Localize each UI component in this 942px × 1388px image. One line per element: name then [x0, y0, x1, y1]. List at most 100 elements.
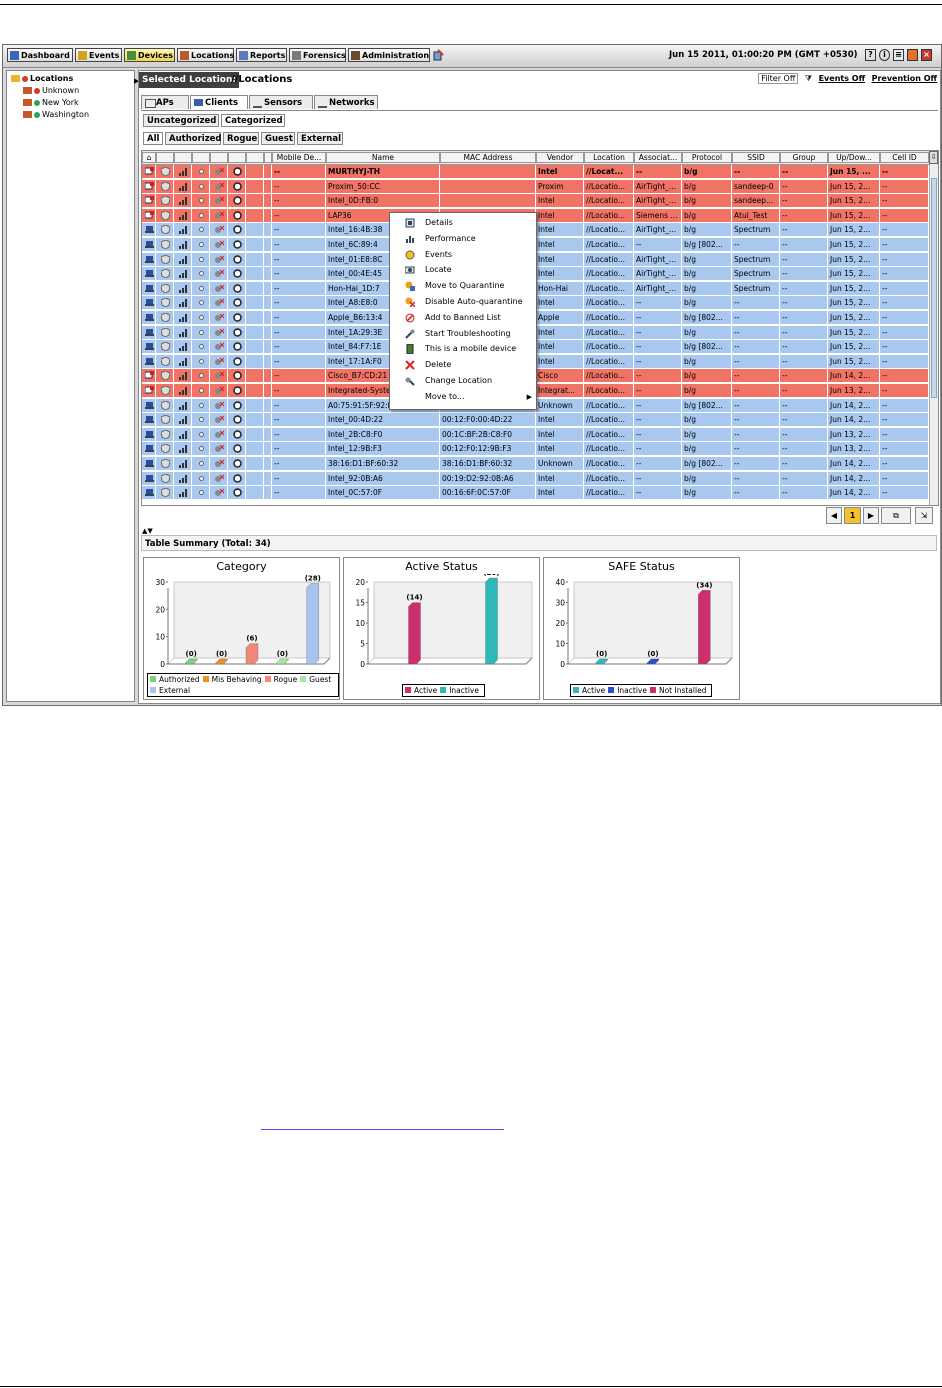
association-icon	[214, 196, 224, 205]
icon-cell	[228, 311, 246, 325]
prev-page-button[interactable]: ◀	[826, 507, 842, 524]
tab-rogue[interactable]: Rogue	[223, 132, 259, 145]
splitter-arrows-icon[interactable]: ▲▼	[142, 527, 153, 535]
header-icon-column[interactable]	[228, 152, 246, 163]
help-icon[interactable]: ?	[865, 49, 876, 61]
forensics-button[interactable]: Forensics	[289, 48, 346, 62]
tools-icon[interactable]	[433, 49, 444, 61]
header-icon-column[interactable]	[210, 152, 228, 163]
menu-item-move-to[interactable]: Move to... ▶	[390, 389, 536, 405]
dashboard-button[interactable]: Dashboard	[7, 48, 73, 62]
icon-cell	[156, 165, 174, 179]
header-icon-column[interactable]	[264, 152, 272, 163]
header-icon-column[interactable]	[192, 152, 210, 163]
column-header[interactable]: MAC Address	[440, 152, 536, 163]
menu-item-start-troubleshooting[interactable]: Start Troubleshooting	[390, 326, 536, 342]
column-header[interactable]: Up/Dow...	[828, 152, 880, 163]
header-icon-column[interactable]	[174, 152, 192, 163]
table-row[interactable]: -- 38:16:D1:BF:60:32 38:16:D1:BF:60:32 Unkn…	[142, 457, 929, 471]
table-row[interactable]: -- Intel_92:0B:A6 00:19:D2:92:0B:A6 Intel//…	[142, 471, 929, 486]
tab-all[interactable]: All	[143, 132, 163, 145]
table-row[interactable]: -- Intel_0D:FB:0 Intel//Locatio... AirTight…	[142, 194, 929, 209]
table-row[interactable]: -- MURTHYJ-TH Intel//Locat... -- b/g -- -- Jun …	[142, 165, 929, 179]
shield-status-icon	[160, 342, 170, 352]
tab-clients[interactable]: Clients	[190, 95, 248, 109]
tab-categorized[interactable]: Categorized	[221, 114, 285, 127]
menu-item-change-location[interactable]: Change Location	[390, 373, 536, 389]
header-icon-column[interactable]	[156, 152, 174, 163]
table-cell-assoc: --	[634, 398, 682, 413]
menu-item-performance[interactable]: Performance	[390, 231, 536, 247]
shield-icon[interactable]	[907, 49, 918, 61]
column-header[interactable]: Cell ID	[880, 152, 929, 163]
scrollbar-thumb[interactable]	[931, 178, 937, 398]
menu-item-move-to-quarantine[interactable]: Move to Quarantine	[390, 278, 536, 294]
table-scrollbar[interactable]	[929, 164, 938, 505]
filter-toggle[interactable]: Filter Off	[758, 73, 799, 84]
tree-root-locations[interactable]: Locations	[11, 74, 73, 83]
device-type-icon	[144, 181, 154, 190]
table-cell-cell: --	[880, 486, 929, 501]
column-header[interactable]: Location	[584, 152, 634, 163]
menu-item-events[interactable]: Events	[390, 247, 536, 263]
table-cell-cell: --	[880, 179, 929, 194]
administration-button[interactable]: Administration	[348, 48, 430, 62]
column-header[interactable]: Group	[780, 152, 828, 163]
header-icon-column[interactable]	[246, 152, 264, 163]
events-button[interactable]: Events	[75, 48, 122, 62]
icon-cell	[210, 179, 228, 194]
column-header[interactable]: Name	[326, 152, 440, 163]
column-header[interactable]: SSID	[732, 152, 780, 163]
column-header[interactable]: Associat...	[634, 152, 682, 163]
tab-aps[interactable]: APs	[141, 95, 189, 109]
events-icon	[78, 51, 87, 60]
reports-button[interactable]: Reports	[236, 48, 287, 62]
table-row[interactable]: -- Proxim_50:CC Proxim//Locatio... AirTight…	[142, 179, 929, 194]
tab-uncategorized[interactable]: Uncategorized	[143, 114, 219, 127]
logout-icon[interactable]: ×	[921, 49, 932, 61]
menu-item-this-is-a-mobile-device[interactable]: This is a mobile device	[390, 341, 536, 357]
list-icon[interactable]: ≡	[893, 49, 904, 61]
table-row[interactable]: -- Intel_00:4D:22 00:12:F0:00:4D:22 Intel//…	[142, 413, 929, 428]
association-icon	[214, 313, 224, 321]
events-toggle[interactable]: Events Off	[819, 74, 865, 83]
table-row[interactable]: -- Intel_12:9B:F3 00:12:F0:12:9B:F3 Intel//…	[142, 442, 929, 457]
export-button[interactable]: ⇲	[915, 507, 933, 524]
devices-button[interactable]: Devices	[124, 48, 175, 62]
next-page-button[interactable]: ▶	[863, 507, 879, 524]
menu-item-disable-auto-quarantine[interactable]: Disable Auto-quarantine	[390, 294, 536, 310]
tree-item-unknown[interactable]: Unknown	[23, 86, 79, 95]
tab-sensors[interactable]: Sensors	[249, 95, 313, 109]
menu-item-locate[interactable]: Locate	[390, 262, 536, 278]
table-cell-location: //Locatio...	[584, 325, 634, 340]
column-header[interactable]: Vendor	[536, 152, 584, 163]
page-jump-button[interactable]: ⧉	[881, 507, 911, 524]
table-row[interactable]: -- Intel_2B:C8:F0 00:1C:BF:2B:C8:F0 Intel//…	[142, 427, 929, 442]
tab-networks[interactable]: Networks	[314, 95, 378, 109]
app-window: Dashboard Events Devices Locations Repor…	[2, 44, 942, 706]
info-icon[interactable]: i	[879, 49, 890, 61]
header-icon-column[interactable]: ⌂	[142, 152, 156, 163]
table-cell-vendor: Intel	[536, 238, 584, 252]
column-header[interactable]: Mobile De...	[272, 152, 326, 163]
tree-item-new-york[interactable]: New York	[23, 98, 79, 107]
menu-item-delete[interactable]: Delete	[390, 357, 536, 373]
tab-external[interactable]: External	[297, 132, 343, 145]
menu-item-details[interactable]: Details	[390, 215, 536, 231]
icon-cell	[228, 325, 246, 340]
column-chooser-icon[interactable]: ⇩	[929, 151, 938, 164]
column-header[interactable]: Protocol	[682, 152, 732, 163]
table-cell-updown: Jun 14, 2...	[828, 471, 880, 486]
bar-value-label: (6)	[246, 635, 257, 643]
locations-button[interactable]: Locations	[177, 48, 234, 62]
tab-guest[interactable]: Guest	[261, 132, 295, 145]
tree-item-washington[interactable]: Washington	[23, 110, 89, 119]
prevention-toggle[interactable]: Prevention Off	[872, 74, 937, 83]
filter-icon[interactable]: ⧩	[805, 74, 812, 83]
icon-cell	[142, 311, 156, 325]
device-type-icon	[144, 474, 154, 482]
table-row[interactable]: -- Intel_0C:57:0F 00:16:6F:0C:57:0F Intel//…	[142, 486, 929, 501]
tab-authorized[interactable]: Authorized	[165, 132, 222, 145]
current-page[interactable]: 1	[844, 507, 861, 524]
menu-item-add-to-banned-list[interactable]: Add to Banned List	[390, 310, 536, 326]
